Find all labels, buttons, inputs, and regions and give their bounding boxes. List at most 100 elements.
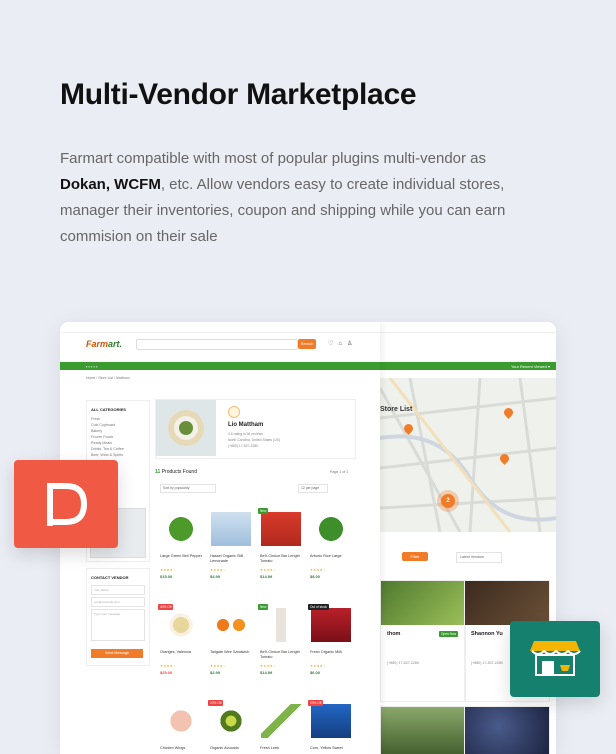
product-name[interactable]: Be'll-Choice Bar Length Tomato (260, 554, 304, 564)
desc-bold: Dokan, WCFM (60, 176, 161, 193)
product-image[interactable] (211, 608, 251, 642)
product-badge: 20% Off (208, 700, 224, 706)
product-name[interactable]: Hassel Organic Still Lemonade (210, 554, 254, 564)
product-name[interactable]: Chicken Wings (160, 746, 204, 751)
bowl-image (168, 410, 204, 446)
store-list-title: Store List (380, 406, 413, 413)
send-message-button[interactable]: Send Message (91, 649, 143, 658)
sidebar-heading: ALL CATEGORIES (91, 407, 126, 412)
product-card[interactable]: Tailgate Wee Sandwich ★★★★☆ $2.99 (208, 604, 254, 684)
store-card[interactable] (380, 706, 466, 754)
category-item[interactable]: Frozen Foods (91, 435, 113, 439)
breadcrumb[interactable]: Home / Store List / Matthom (86, 376, 130, 380)
product-rating: ★★★★☆ (260, 568, 277, 572)
product-image[interactable] (261, 608, 301, 642)
per-page-select[interactable]: 12 per page (298, 484, 328, 493)
map-cluster[interactable]: 2 (441, 494, 455, 508)
product-image[interactable] (161, 512, 201, 546)
product-name[interactable]: Corn, Yellow Sweet (310, 746, 354, 751)
product-rating: ★★★★☆ (160, 664, 177, 668)
vendor-address: North Carolina, United States (US) (228, 438, 281, 442)
vendor-rating: 4.6 rating in 36 reviews (228, 432, 263, 436)
product-image[interactable] (161, 704, 201, 738)
product-price: $8.00 (310, 574, 321, 579)
filter-button[interactable]: Filter (402, 552, 428, 561)
vendor-card: Lio Mattham 4.6 rating in 36 reviews Nor… (155, 399, 356, 459)
product-name[interactable]: Organic Avocado (210, 746, 254, 751)
product-badge: New (258, 604, 269, 610)
product-card[interactable]: 20% OffCorn, Yellow Sweet★★★★☆$4.20 (308, 700, 354, 754)
dokan-logo (14, 460, 118, 548)
product-image[interactable] (261, 512, 301, 546)
product-card[interactable]: 40% Off Oranges, Valencia ★★★★☆ $25.00 (158, 604, 204, 684)
category-item[interactable]: Drinks, Tea & Coffee (91, 447, 124, 451)
product-badge: 40% Off (158, 604, 174, 610)
product-price: $14.99 (260, 670, 273, 675)
open-badge: Open Now (439, 631, 459, 637)
product-image[interactable] (211, 704, 251, 738)
store-name: Shannon Yu (471, 631, 503, 637)
product-image[interactable] (211, 512, 251, 546)
nav-menu[interactable]: ▪ ▪ ▪ ▪ ▪ (86, 364, 98, 369)
category-item[interactable]: Cold Cupboard (91, 423, 115, 427)
store-image (381, 707, 465, 754)
product-card[interactable]: Fresh Leek★★★★☆$2.00 (258, 700, 304, 754)
product-image[interactable] (261, 704, 301, 738)
main-nav: ▪ ▪ ▪ ▪ ▪ (60, 362, 380, 370)
back-green-nav: Your Recent Viewed ▾ (380, 362, 556, 370)
recent-viewed[interactable]: Your Recent Viewed ▾ (511, 364, 550, 369)
category-item[interactable]: Fresh (91, 417, 100, 421)
product-image[interactable] (311, 704, 351, 738)
vendor-cover (156, 400, 216, 456)
product-name[interactable]: Be'll-Choice Bar Length Tomato (260, 650, 304, 660)
store-icon (530, 641, 581, 676)
product-badge: Out of stock (308, 604, 330, 610)
product-rating: ★★★★☆ (310, 568, 327, 572)
product-rating: ★★★★☆ (310, 664, 327, 668)
product-card[interactable]: Out of stock Fresh Organic Milk ★★★★☆ $6.00 (308, 604, 354, 684)
product-name[interactable]: Tailgate Wee Sandwich (210, 650, 254, 655)
store-card[interactable] (464, 706, 550, 754)
farmart-logo[interactable]: Farmart. (86, 339, 122, 349)
product-card[interactable]: New Be'll-Choice Bar Length Tomato ★★★★☆ $1… (258, 604, 304, 684)
product-price: $4.99 (210, 574, 221, 579)
message-field[interactable]: Type your message... (91, 609, 145, 641)
product-card[interactable]: Arborio Rice Large ★★★★☆ $8.00 (308, 508, 354, 588)
product-card[interactable]: Chicken Wings★★★★☆$9.99 (158, 700, 204, 754)
product-name[interactable]: Arborio Rice Large (310, 554, 354, 559)
product-name[interactable]: Large Green Bell Pepper (160, 554, 204, 559)
store-card[interactable]: thom Open Now (+880) 17-837-2280 (380, 580, 466, 702)
product-price: $14.99 (260, 574, 273, 579)
category-item[interactable]: Ready Meals (91, 441, 112, 445)
product-image[interactable] (161, 608, 201, 642)
store-image (465, 581, 549, 625)
product-card[interactable]: Hassel Organic Still Lemonade ★★★★☆ $4.99 (208, 508, 254, 588)
product-price: $25.00 (160, 670, 173, 675)
product-rating: ★★★★☆ (210, 664, 227, 668)
product-image[interactable] (311, 512, 351, 546)
category-item[interactable]: Beer, Wine & Spirits (91, 453, 123, 457)
search-button[interactable]: Search (298, 339, 316, 349)
product-card[interactable]: New Be'll-Choice Bar Length Tomato ★★★★☆ $1… (258, 508, 304, 588)
product-card[interactable]: 20% OffOrganic Avocado★★★★☆$3.50 (208, 700, 254, 754)
product-name[interactable]: Oranges, Valencia (160, 650, 204, 655)
name-field[interactable]: Your Name (91, 585, 145, 595)
product-name[interactable]: Fresh Leek (260, 746, 304, 751)
search-input[interactable] (136, 339, 298, 350)
vendor-name: Lio Mattham (228, 422, 264, 428)
wcfm-logo (510, 621, 600, 697)
header-icons[interactable]: ♡⌂♙ (328, 340, 357, 347)
product-price: $6.00 (310, 670, 321, 675)
back-topbar (380, 322, 556, 333)
map-roads (380, 378, 556, 532)
vendor-sort-select[interactable]: Latest Vendors (456, 552, 502, 563)
product-name[interactable]: Fresh Organic Milk (310, 650, 354, 655)
store-map[interactable] (380, 378, 556, 532)
product-image[interactable] (311, 608, 351, 642)
email-field[interactable]: you@example.com (91, 597, 145, 607)
sort-select[interactable]: Sort by popularity (160, 484, 216, 493)
page-description: Farmart compatible with most of popular … (60, 146, 540, 250)
product-price: $2.99 (210, 670, 221, 675)
product-card[interactable]: Large Green Bell Pepper ★★★★☆ $15.00 (158, 508, 204, 588)
category-item[interactable]: Bakery (91, 429, 102, 433)
